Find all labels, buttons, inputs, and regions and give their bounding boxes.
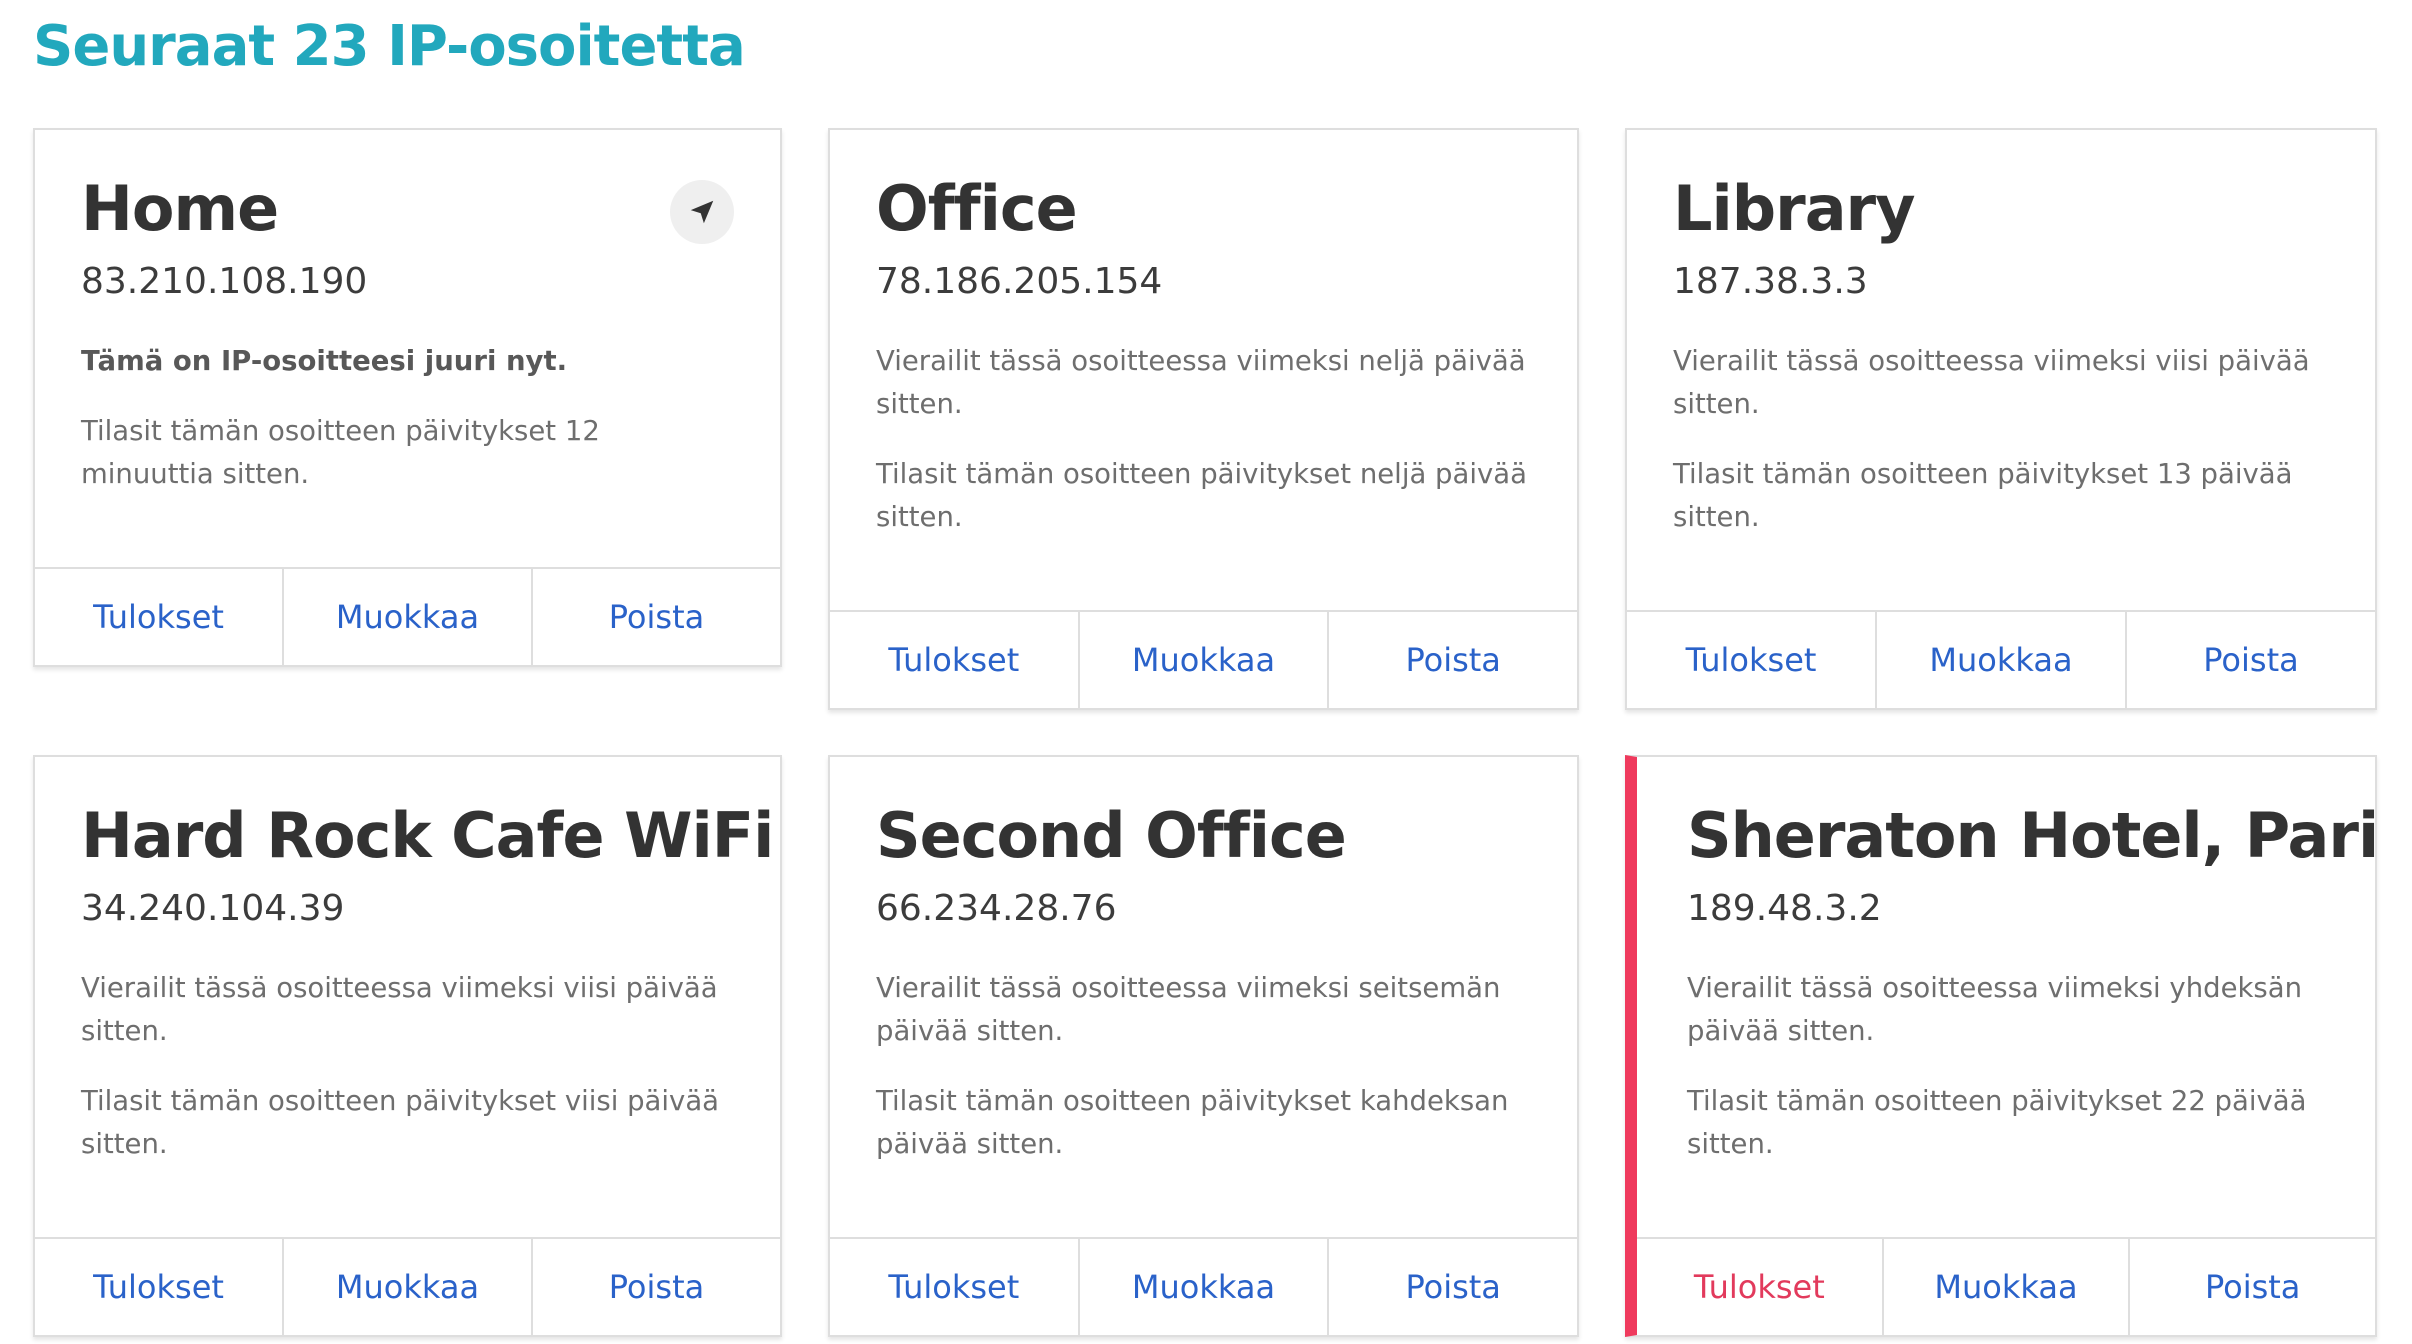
card-actions: Tulokset Muokkaa Poista bbox=[35, 567, 780, 665]
subscribed-note: Tilasit tämän osoitteen päivitykset kahd… bbox=[876, 1085, 1509, 1160]
delete-button[interactable]: Poista bbox=[2128, 1239, 2375, 1335]
delete-button[interactable]: Poista bbox=[1327, 1239, 1577, 1335]
delete-button[interactable]: Poista bbox=[531, 569, 780, 665]
card-title: Office bbox=[876, 172, 1078, 245]
current-location-button[interactable] bbox=[670, 180, 734, 244]
card-title: Second Office bbox=[876, 799, 1347, 872]
edit-button[interactable]: Muokkaa bbox=[282, 569, 531, 665]
card-title: Sheraton Hotel, Paris bbox=[1687, 799, 2377, 872]
results-button[interactable]: Tulokset bbox=[830, 1239, 1078, 1335]
delete-button[interactable]: Poista bbox=[531, 1239, 780, 1335]
ip-card-home: Home 83.210.108.190 Tämä on IP-osoittees… bbox=[33, 128, 782, 667]
card-actions: Tulokset Muokkaa Poista bbox=[1637, 1237, 2375, 1335]
results-button[interactable]: Tulokset bbox=[1627, 612, 1875, 708]
location-arrow-icon bbox=[690, 200, 714, 224]
edit-button[interactable]: Muokkaa bbox=[1077, 1239, 1328, 1335]
card-body: Hard Rock Cafe WiFi 34.240.104.39 Vierai… bbox=[35, 757, 780, 1237]
card-body: Sheraton Hotel, Paris 189.48.3.2 Vierail… bbox=[1637, 757, 2375, 1237]
card-actions: Tulokset Muokkaa Poista bbox=[35, 1237, 780, 1335]
ip-address: 187.38.3.3 bbox=[1673, 261, 1868, 302]
delete-button[interactable]: Poista bbox=[1327, 612, 1577, 708]
card-notes: Vierailit tässä osoitteessa viimeksi sei… bbox=[876, 967, 1531, 1166]
ip-card-library: Library 187.38.3.3 Vierailit tässä osoit… bbox=[1625, 128, 2377, 710]
results-button[interactable]: Tulokset bbox=[35, 1239, 282, 1335]
results-button[interactable]: Tulokset bbox=[35, 569, 282, 665]
edit-button[interactable]: Muokkaa bbox=[1077, 612, 1328, 708]
ip-card-second-office: Second Office 66.234.28.76 Vierailit täs… bbox=[828, 755, 1579, 1337]
card-body: Home 83.210.108.190 Tämä on IP-osoittees… bbox=[35, 130, 780, 567]
subscribed-note: Tilasit tämän osoitteen päivitykset 22 p… bbox=[1687, 1085, 2307, 1160]
card-body: Office 78.186.205.154 Vierailit tässä os… bbox=[830, 130, 1577, 610]
edit-button[interactable]: Muokkaa bbox=[1875, 612, 2125, 708]
subscribed-note: Tilasit tämän osoitteen päivitykset nelj… bbox=[876, 458, 1527, 533]
current-ip-note: Tämä on IP-osoitteesi juuri nyt. bbox=[81, 345, 568, 377]
card-actions: Tulokset Muokkaa Poista bbox=[1627, 610, 2375, 708]
results-button[interactable]: Tulokset bbox=[830, 612, 1078, 708]
edit-button[interactable]: Muokkaa bbox=[1881, 1239, 2129, 1335]
card-notes: Vierailit tässä osoitteessa viimeksi yhd… bbox=[1687, 967, 2329, 1166]
ip-address: 189.48.3.2 bbox=[1687, 888, 1882, 929]
edit-button[interactable]: Muokkaa bbox=[282, 1239, 531, 1335]
page-title: Seuraat 23 IP-osoitetta bbox=[33, 14, 746, 79]
ip-address: 78.186.205.154 bbox=[876, 261, 1163, 302]
ip-card-hard-rock-cafe-wifi: Hard Rock Cafe WiFi 34.240.104.39 Vierai… bbox=[33, 755, 782, 1337]
results-button[interactable]: Tulokset bbox=[1637, 1239, 1882, 1335]
ip-address: 66.234.28.76 bbox=[876, 888, 1117, 929]
card-body: Second Office 66.234.28.76 Vierailit täs… bbox=[830, 757, 1577, 1237]
visited-note: Vierailit tässä osoitteessa viimeksi sei… bbox=[876, 972, 1501, 1047]
visited-note: Vierailit tässä osoitteessa viimeksi nel… bbox=[876, 345, 1526, 420]
card-notes: Vierailit tässä osoitteessa viimeksi nel… bbox=[876, 340, 1531, 539]
subscribed-note: Tilasit tämän osoitteen päivitykset viis… bbox=[81, 1085, 720, 1160]
ip-address: 83.210.108.190 bbox=[81, 261, 368, 302]
card-title: Hard Rock Cafe WiFi bbox=[81, 799, 774, 872]
card-actions: Tulokset Muokkaa Poista bbox=[830, 1237, 1577, 1335]
card-body: Library 187.38.3.3 Vierailit tässä osoit… bbox=[1627, 130, 2375, 610]
card-title: Library bbox=[1673, 172, 1916, 245]
delete-button[interactable]: Poista bbox=[2125, 612, 2375, 708]
card-notes: Vierailit tässä osoitteessa viimeksi vii… bbox=[81, 967, 734, 1166]
ip-card-office: Office 78.186.205.154 Vierailit tässä os… bbox=[828, 128, 1579, 710]
subscribed-note: Tilasit tämän osoitteen päivitykset 12 m… bbox=[81, 415, 600, 490]
ip-card-sheraton-hotel-paris: Sheraton Hotel, Paris 189.48.3.2 Vierail… bbox=[1625, 755, 2377, 1337]
card-notes: Tämä on IP-osoitteesi juuri nyt. Tilasit… bbox=[81, 340, 734, 496]
visited-note: Vierailit tässä osoitteessa viimeksi vii… bbox=[1673, 345, 2310, 420]
visited-note: Vierailit tässä osoitteessa viimeksi yhd… bbox=[1687, 972, 2303, 1047]
visited-note: Vierailit tässä osoitteessa viimeksi vii… bbox=[81, 972, 718, 1047]
ip-address: 34.240.104.39 bbox=[81, 888, 345, 929]
card-notes: Vierailit tässä osoitteessa viimeksi vii… bbox=[1673, 340, 2329, 539]
card-actions: Tulokset Muokkaa Poista bbox=[830, 610, 1577, 708]
subscribed-note: Tilasit tämän osoitteen päivitykset 13 p… bbox=[1673, 458, 2293, 533]
card-title: Home bbox=[81, 172, 279, 245]
